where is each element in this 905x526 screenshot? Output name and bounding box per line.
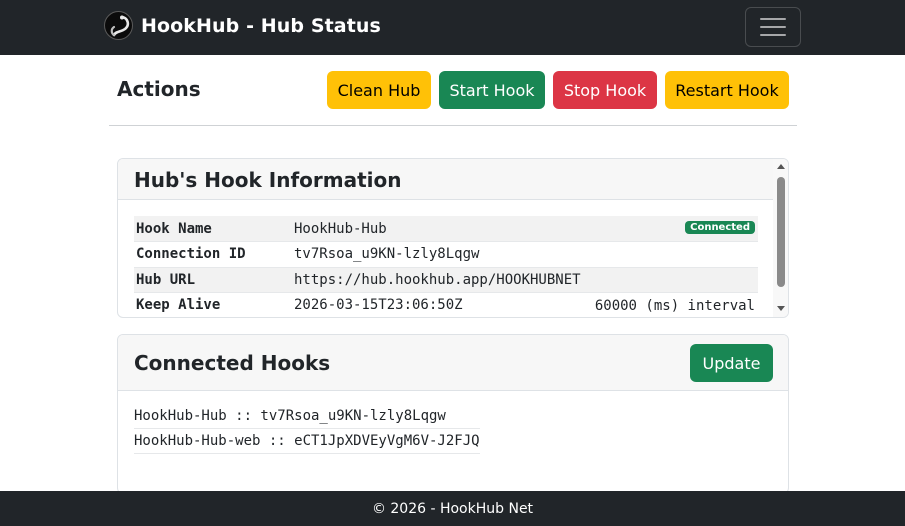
list-item: HookHub-Hub :: tv7Rsoa_u9KN-lzly8Lqgw [134, 404, 480, 429]
table-row: Keep Alive 2026-03-15T23:06:50Z 60000 (m… [134, 292, 758, 317]
connected-hooks-title: Connected Hooks [134, 351, 331, 375]
hook-logo-icon [104, 11, 133, 40]
scroll-down-arrow-icon[interactable] [777, 306, 785, 311]
restart-hook-button[interactable]: Restart Hook [665, 71, 789, 109]
connected-hooks-card: Connected Hooks Update HookHub-Hub :: tv… [117, 334, 789, 494]
hub-info-title: Hub's Hook Information [134, 168, 402, 192]
page-footer: © 2026 - HookHub Net [0, 491, 905, 526]
actions-heading: Actions [117, 77, 201, 101]
connected-status-badge: Connected [685, 221, 755, 234]
hub-url-value: https://hub.hookhub.app/HOOKHUBNET [292, 267, 758, 293]
connected-hooks-list: HookHub-Hub :: tv7Rsoa_u9KN-lzly8Lqgw Ho… [134, 404, 480, 454]
hub-url-key: Hub URL [134, 267, 292, 293]
list-item: HookHub-Hub-web :: eCT1JpXDVEyVgM6V-J2FJ… [134, 429, 480, 454]
table-row: Hook Name HookHub-Hub Connected [134, 216, 758, 242]
hub-info-scrollbar[interactable] [773, 159, 788, 317]
clean-hub-button[interactable]: Clean Hub [327, 71, 431, 109]
table-row: Hub URL https://hub.hookhub.app/HOOKHUBN… [134, 267, 758, 293]
hook-name-key: Hook Name [134, 216, 292, 242]
stop-hook-button[interactable]: Stop Hook [553, 71, 657, 109]
hub-info-header: Hub's Hook Information [118, 159, 775, 200]
keep-alive-value: 2026-03-15T23:06:50Z [294, 297, 463, 314]
scroll-up-arrow-icon[interactable] [777, 164, 785, 169]
navbar-toggle-button[interactable] [745, 7, 801, 47]
hub-info-table: Hook Name HookHub-Hub Connected Connecti… [134, 216, 758, 317]
hamburger-menu-icon [760, 18, 786, 20]
hub-info-card: Hub's Hook Information Hook Name HookHub… [117, 158, 789, 318]
footer-text: © 2026 - HookHub Net [371, 500, 534, 517]
start-hook-button[interactable]: Start Hook [439, 71, 545, 109]
top-navbar: HookHub - Hub Status [0, 0, 905, 55]
scroll-thumb[interactable] [777, 177, 785, 287]
connection-id-key: Connection ID [134, 241, 292, 268]
table-row: Connection ID tv7Rsoa_u9KN-lzly8Lqgw [134, 241, 758, 268]
update-button[interactable]: Update [690, 344, 773, 382]
brand-title: HookHub - Hub Status [141, 14, 381, 37]
divider [109, 125, 797, 126]
connected-hooks-header: Connected Hooks Update [118, 335, 788, 391]
keep-alive-key: Keep Alive [134, 292, 292, 317]
hook-name-value: HookHub-Hub [294, 220, 387, 237]
connection-id-value: tv7Rsoa_u9KN-lzly8Lqgw [292, 241, 758, 268]
navbar-brand[interactable]: HookHub - Hub Status [104, 11, 381, 40]
keep-alive-interval: 60000 (ms) interval [594, 298, 755, 314]
